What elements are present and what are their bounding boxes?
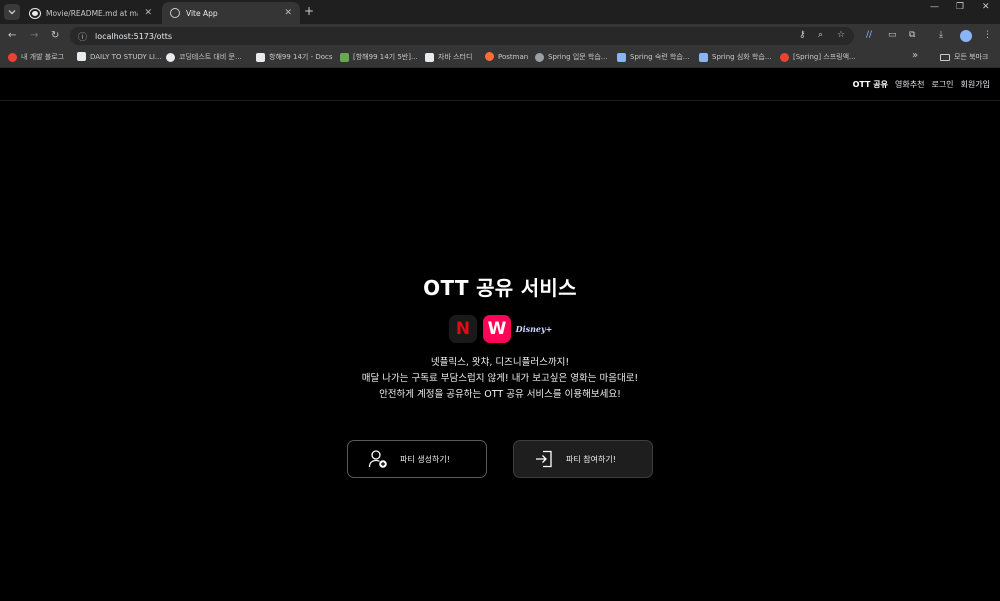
description-line: 넷플릭스, 왓챠, 디즈니플러스까지! [430, 357, 570, 368]
cast-icon[interactable]: ▭ [888, 30, 897, 40]
download-icon[interactable]: ⤓ [939, 30, 943, 40]
bookmark-label: 항해99 14기 - Docs [269, 53, 333, 61]
description-line: 매달 나가는 구독료 부담스럽지 않게! 내가 보고싶은 영화는 마음대로! [361, 373, 639, 384]
bookmark-item[interactable]: [항해99 14기 5반]... [340, 52, 418, 62]
globe-icon [170, 8, 180, 18]
hero-section: OTT 공유 서비스 N W Disney+ 넷플릭스, 왓챠, 디즈니플러스까… [0, 272, 1000, 403]
password-key-icon[interactable]: ⚷ [799, 30, 806, 40]
notion-icon [77, 52, 86, 61]
description-line: 안전하게 계정을 공유하는 OTT 공유 서비스를 이용해보세요! [379, 389, 621, 400]
bookmark-label: Spring 입문 학습... [548, 53, 608, 61]
hero-description: 넷플릭스, 왓챠, 디즈니플러스까지! 매달 나가는 구독료 부담스럽지 않게!… [0, 355, 1000, 403]
bookmark-label: 내 개발 블로그 [21, 53, 65, 61]
login-enter-icon [536, 450, 552, 468]
notion-icon [256, 52, 265, 62]
tab-title: Movie/README.md at master [46, 8, 138, 18]
nav-item-movie-recommend[interactable]: 영화추천 [895, 79, 924, 90]
browser-toolbar: ← → ↻ ⓘ localhost:5173/otts ⚷ ⌕ ☆ // ▭ ⧉… [0, 24, 1000, 48]
bookmark-favicon-icon [780, 52, 789, 62]
tab-search-button[interactable] [4, 4, 20, 20]
all-bookmarks-label: 모든 북마크 [954, 53, 989, 61]
doc-icon [617, 52, 626, 62]
bookmark-favicon-icon [8, 52, 17, 62]
doc-icon [699, 52, 708, 62]
bookmark-item[interactable]: 코딩테스트 대비 문... [166, 52, 242, 62]
bookmark-label: 코딩테스트 대비 문... [179, 53, 242, 61]
notion-icon [425, 52, 434, 62]
bookmark-item[interactable]: DAILY TO STUDY LI... [77, 52, 162, 61]
close-tab-icon[interactable]: ✕ [144, 8, 152, 18]
close-tab-icon[interactable]: ✕ [284, 8, 292, 18]
browser-tabstrip: Movie/README.md at master ✕ Vite App ✕ +… [0, 0, 1000, 24]
bookmark-item[interactable]: Spring 심화 학습... [699, 52, 771, 62]
folder-icon [940, 53, 950, 61]
netflix-logo-icon: N [449, 315, 477, 343]
bookmark-item[interactable]: Spring 입문 학습... [535, 52, 607, 62]
zoom-icon[interactable]: ⌕ [818, 30, 823, 40]
bookmark-item[interactable]: 항해99 14기 - Docs [256, 52, 333, 62]
minimize-icon[interactable]: — [930, 2, 939, 12]
bookmark-label: Spring 숙련 학습... [630, 53, 690, 61]
bookmarks-bar: 내 개발 블로그 DAILY TO STUDY LI... 코딩테스트 대비 문… [0, 48, 1000, 68]
menu-icon[interactable]: ⋮ [983, 30, 992, 40]
tab-title: Vite App [186, 8, 218, 18]
page-content: OTT 공유 영화추천 로그인 회원가입 OTT 공유 서비스 N W Disn… [0, 69, 1000, 601]
address-bar[interactable]: ⓘ localhost:5173/otts [70, 27, 854, 45]
bookmark-star-icon[interactable]: ☆ [837, 30, 845, 40]
nav-item-signup[interactable]: 회원가입 [961, 79, 990, 90]
bookmark-item[interactable]: Postman [485, 52, 528, 61]
github-icon [166, 52, 175, 62]
bookmark-label: Postman [498, 52, 529, 61]
new-tab-button[interactable]: + [304, 4, 314, 18]
bookmark-label: [Spring] 스프링액... [793, 53, 856, 61]
bookmark-label: DAILY TO STUDY LI... [90, 52, 162, 61]
nav-item-login[interactable]: 로그인 [931, 79, 953, 90]
add-user-icon [368, 450, 387, 468]
restore-icon[interactable]: ❐ [956, 2, 964, 12]
reload-icon[interactable]: ↻ [51, 30, 59, 41]
bookmark-item[interactable]: Spring 숙련 학습... [617, 52, 689, 62]
bookmark-item[interactable]: 자바 스터디 [425, 52, 472, 62]
create-party-button[interactable]: 파티 생성하기! [347, 440, 487, 478]
bookmark-label: Spring 심화 학습... [712, 53, 772, 61]
join-party-button[interactable]: 파티 참여하기! [513, 440, 653, 478]
more-bookmarks-button[interactable]: » [912, 50, 918, 61]
postman-icon [485, 52, 494, 61]
browser-tab-github[interactable]: Movie/README.md at master ✕ [22, 2, 160, 24]
browser-tab-vite-app[interactable]: Vite App ✕ [162, 2, 300, 24]
extension-icon[interactable]: // [866, 30, 872, 40]
slack-icon [340, 52, 349, 62]
extensions-puzzle-icon[interactable]: ⧉ [909, 30, 915, 40]
site-info-icon[interactable]: ⓘ [78, 30, 87, 43]
url-text: localhost:5173/otts [95, 31, 173, 41]
bookmark-label: 자바 스터디 [438, 53, 473, 61]
all-bookmarks-button[interactable]: 모든 북마크 [940, 52, 988, 62]
github-icon [30, 8, 40, 18]
disney-plus-logo-icon: Disney+ [515, 324, 553, 334]
nav-item-ott-share[interactable]: OTT 공유 [853, 79, 888, 90]
back-icon[interactable]: ← [8, 30, 16, 41]
forward-icon[interactable]: → [30, 30, 38, 41]
join-party-label: 파티 참여하기! [566, 454, 616, 464]
bookmark-item[interactable]: 내 개발 블로그 [8, 52, 64, 62]
bookmark-item[interactable]: [Spring] 스프링액... [780, 52, 856, 62]
globe-icon [535, 52, 544, 62]
ott-logos: N W Disney+ [0, 315, 1000, 343]
create-party-label: 파티 생성하기! [400, 454, 450, 464]
site-nav: OTT 공유 영화추천 로그인 회원가입 [0, 69, 1000, 101]
page-title: OTT 공유 서비스 [423, 276, 577, 300]
chevron-down-icon [8, 10, 16, 15]
bookmark-label: [항해99 14기 5반]... [353, 53, 418, 61]
watcha-logo-icon: W [483, 315, 511, 343]
profile-avatar[interactable] [960, 30, 972, 42]
close-window-icon[interactable]: ✕ [982, 2, 990, 12]
